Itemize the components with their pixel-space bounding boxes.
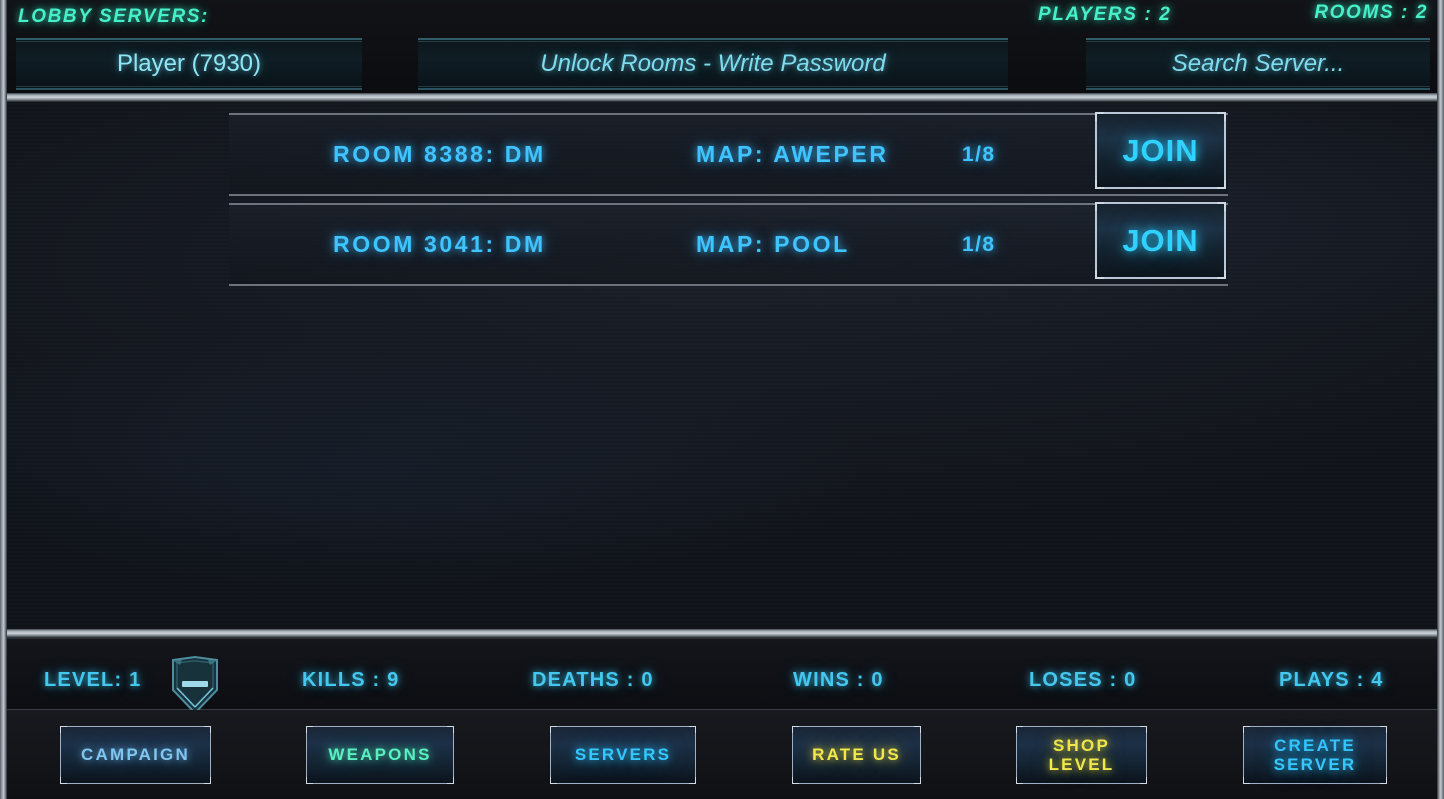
corner-bracket-icon bbox=[1095, 112, 1104, 121]
corner-bracket-icon bbox=[306, 726, 313, 733]
password-input[interactable]: Unlock Rooms - Write Password bbox=[418, 38, 1008, 90]
rooms-count-label: ROOMS : 2 bbox=[1314, 2, 1428, 23]
join-button-label: JOIN bbox=[1122, 222, 1199, 258]
corner-bracket-icon bbox=[204, 726, 211, 733]
footer-divider bbox=[0, 629, 1444, 638]
corner-bracket-icon bbox=[447, 726, 454, 733]
table-row[interactable]: ROOM 3041: DM MAP: POOL 1/8 JOIN bbox=[229, 202, 1228, 286]
rate-us-button[interactable]: RATE US bbox=[792, 726, 921, 784]
weapons-button-label: WEAPONS bbox=[328, 745, 432, 765]
corner-bracket-icon bbox=[1140, 777, 1147, 784]
shield-rank-icon bbox=[168, 655, 222, 715]
corner-bracket-icon bbox=[550, 726, 557, 733]
room-name: ROOM 8388: DM bbox=[333, 141, 546, 167]
shop-level-button[interactable]: SHOP LEVEL bbox=[1016, 726, 1147, 784]
join-button[interactable]: JOIN bbox=[1095, 202, 1226, 279]
corner-bracket-icon bbox=[689, 777, 696, 784]
room-map: MAP: POOL bbox=[696, 231, 850, 257]
game-lobby-screen: LOBBY SERVERS: PLAYERS : 2 ROOMS : 2 Pla… bbox=[0, 0, 1444, 799]
corner-bracket-icon bbox=[1016, 777, 1023, 784]
stat-wins: WINS : 0 bbox=[793, 669, 884, 691]
header-divider bbox=[0, 93, 1444, 102]
corner-bracket-icon bbox=[1380, 777, 1387, 784]
corner-bracket-icon bbox=[550, 777, 557, 784]
table-row[interactable]: ROOM 8388: DM MAP: AWEPER 1/8 JOIN bbox=[229, 112, 1228, 196]
corner-bracket-icon bbox=[914, 726, 921, 733]
corner-bracket-icon bbox=[689, 726, 696, 733]
campaign-button-label: CAMPAIGN bbox=[81, 745, 190, 765]
create-server-button-label: CREATE SERVER bbox=[1273, 735, 1357, 774]
top-header-bar: LOBBY SERVERS: PLAYERS : 2 ROOMS : 2 Pla… bbox=[0, 0, 1444, 96]
corner-bracket-icon bbox=[1217, 270, 1226, 279]
corner-bracket-icon bbox=[1217, 202, 1226, 211]
header-input-row: Player (7930) Unlock Rooms - Write Passw… bbox=[0, 38, 1444, 92]
join-button[interactable]: JOIN bbox=[1095, 112, 1226, 189]
campaign-button[interactable]: CAMPAIGN bbox=[60, 726, 211, 784]
corner-bracket-icon bbox=[792, 777, 799, 784]
corner-bracket-icon bbox=[60, 726, 67, 733]
corner-bracket-icon bbox=[1140, 726, 1147, 733]
player-name-input[interactable]: Player (7930) bbox=[16, 38, 362, 90]
stat-plays: PLAYS : 4 bbox=[1279, 669, 1384, 691]
corner-bracket-icon bbox=[1095, 180, 1104, 189]
players-count-label: PLAYERS : 2 bbox=[1038, 4, 1172, 25]
server-list-panel: ROOM 8388: DM MAP: AWEPER 1/8 JOIN ROOM … bbox=[0, 102, 1444, 629]
join-button-label: JOIN bbox=[1122, 132, 1199, 168]
room-player-count: 1/8 bbox=[962, 142, 996, 166]
servers-button[interactable]: SERVERS bbox=[550, 726, 696, 784]
servers-button-label: SERVERS bbox=[574, 745, 672, 765]
password-placeholder: Unlock Rooms - Write Password bbox=[540, 50, 886, 77]
stat-loses: LOSES : 0 bbox=[1029, 669, 1137, 691]
player-stats-bar: LEVEL: 1 KILLS : 9 DEATHS : 0 WINS : 0 L… bbox=[0, 638, 1444, 715]
player-name-value: Player (7930) bbox=[116, 50, 262, 77]
lobby-servers-title: LOBBY SERVERS: bbox=[18, 6, 209, 27]
corner-bracket-icon bbox=[60, 777, 67, 784]
rate-us-button-label: RATE US bbox=[812, 745, 901, 765]
corner-bracket-icon bbox=[1243, 726, 1250, 733]
corner-bracket-icon bbox=[306, 777, 313, 784]
create-server-button[interactable]: CREATE SERVER bbox=[1243, 726, 1387, 784]
corner-bracket-icon bbox=[1016, 726, 1023, 733]
weapons-button[interactable]: WEAPONS bbox=[306, 726, 454, 784]
stat-deaths: DEATHS : 0 bbox=[532, 669, 654, 691]
room-name: ROOM 3041: DM bbox=[333, 231, 546, 257]
search-server-input[interactable]: Search Server... bbox=[1086, 38, 1430, 90]
bottom-nav-bar: CAMPAIGN WEAPONS SERVERS RATE US SHOP LE… bbox=[0, 710, 1444, 799]
corner-bracket-icon bbox=[204, 777, 211, 784]
shop-level-button-label: SHOP LEVEL bbox=[1048, 735, 1115, 774]
corner-bracket-icon bbox=[1243, 777, 1250, 784]
corner-bracket-icon bbox=[1095, 270, 1104, 279]
corner-bracket-icon bbox=[1217, 180, 1226, 189]
corner-bracket-icon bbox=[1095, 202, 1104, 211]
corner-bracket-icon bbox=[792, 726, 799, 733]
header-title-row: LOBBY SERVERS: PLAYERS : 2 ROOMS : 2 bbox=[0, 2, 1444, 34]
stat-level: LEVEL: 1 bbox=[44, 669, 142, 691]
corner-bracket-icon bbox=[447, 777, 454, 784]
room-map: MAP: AWEPER bbox=[696, 141, 889, 167]
corner-bracket-icon bbox=[914, 777, 921, 784]
corner-bracket-icon bbox=[1380, 726, 1387, 733]
search-placeholder: Search Server... bbox=[1171, 50, 1345, 77]
room-list: ROOM 8388: DM MAP: AWEPER 1/8 JOIN ROOM … bbox=[0, 102, 1444, 286]
corner-bracket-icon bbox=[1217, 112, 1226, 121]
stat-kills: KILLS : 9 bbox=[302, 669, 400, 691]
room-player-count: 1/8 bbox=[962, 232, 996, 256]
